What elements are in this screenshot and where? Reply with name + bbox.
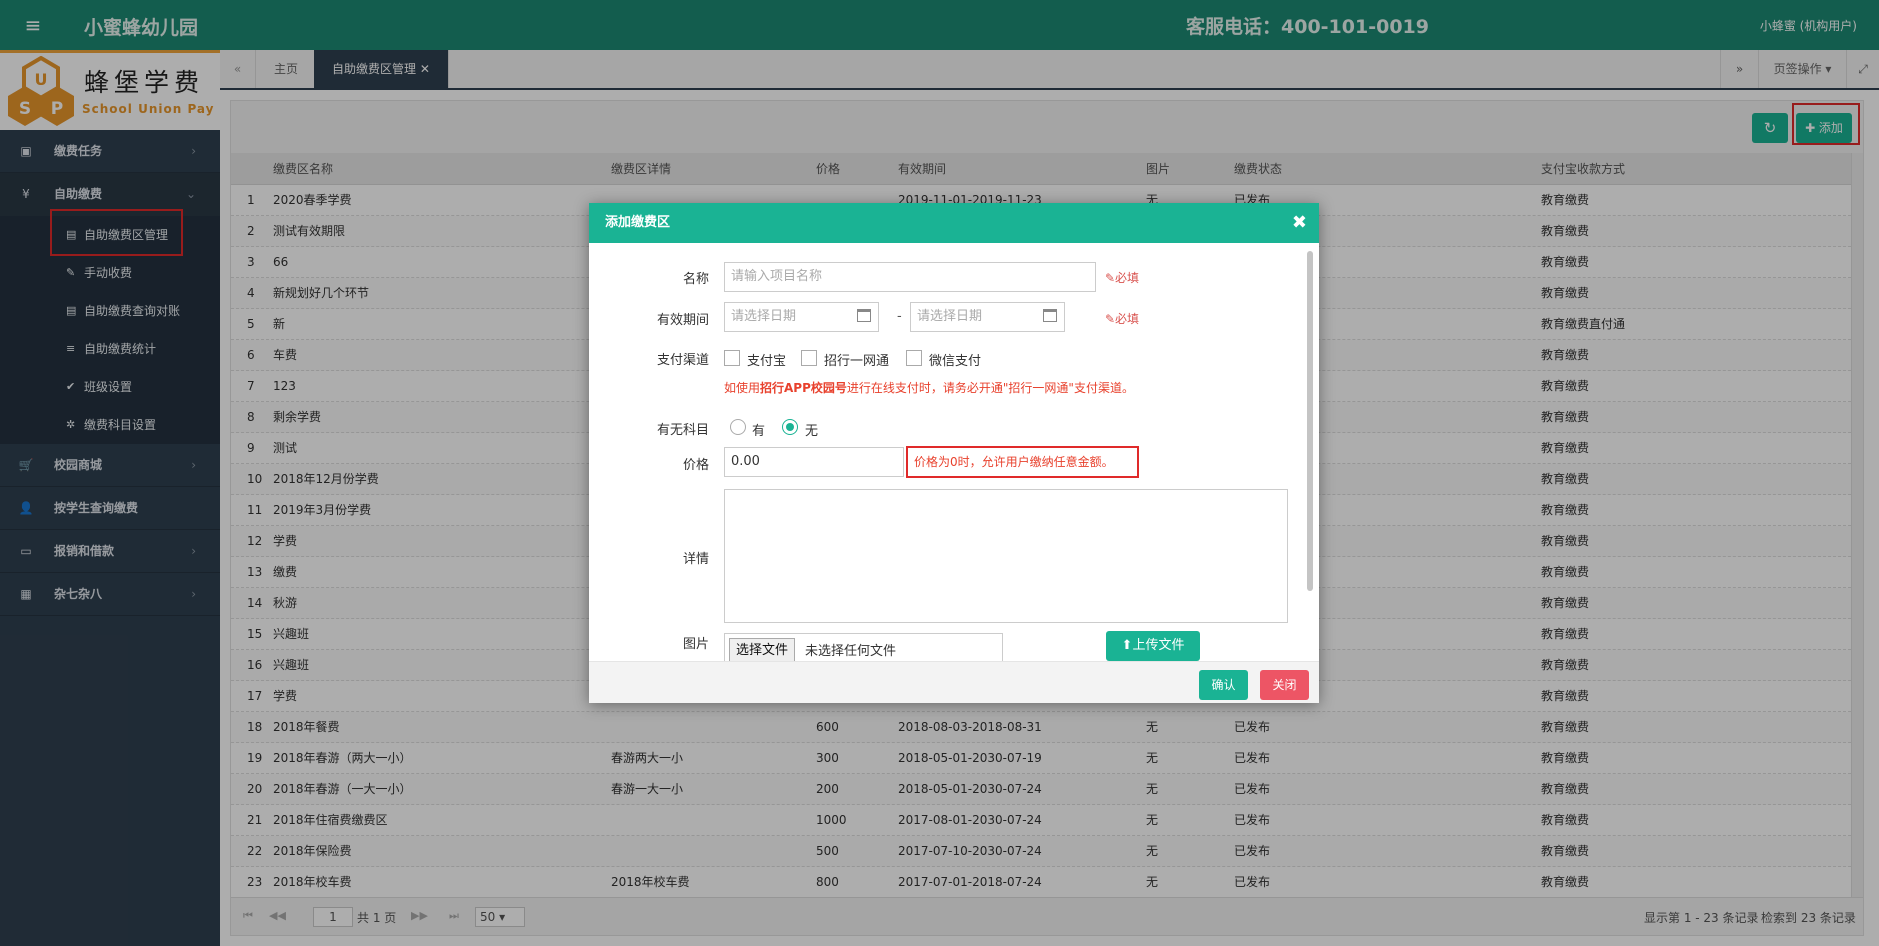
required-mark: ✎必填 <box>1105 271 1140 285</box>
radio-label: 无 <box>805 424 819 439</box>
price-label: 价格 <box>682 458 709 473</box>
dialog-scrollbar[interactable] <box>1307 251 1313 591</box>
warning-text: 进行在线支付时，请务必开通"招行一网通"支付渠道。 <box>846 381 1134 395</box>
radio-label: 有 <box>752 424 766 439</box>
warning-emphasis: 招行APP校园号 <box>760 381 847 395</box>
name-label: 名称 <box>682 272 709 287</box>
warning-text: 如使用 <box>724 381 761 395</box>
cmb-checkbox[interactable] <box>801 350 817 366</box>
dialog-footer: 确认 关闭 <box>589 661 1319 703</box>
detail-label: 详情 <box>682 552 709 567</box>
file-status: 未选择任何文件 <box>805 644 897 659</box>
subject-label: 有无科目 <box>656 423 709 438</box>
dialog-header: 添加缴费区 ✖ <box>589 203 1319 243</box>
detail-textarea[interactable] <box>724 489 1288 623</box>
required-mark: ✎必填 <box>1105 312 1140 326</box>
channel-label: 支付渠道 <box>656 353 709 368</box>
confirm-button[interactable]: 确认 <box>1199 670 1248 700</box>
dialog-title: 添加缴费区 <box>605 215 671 230</box>
image-label: 图片 <box>682 637 709 652</box>
radio-no[interactable] <box>782 419 798 435</box>
end-date-input[interactable]: 请选择日期 <box>910 302 1065 332</box>
file-input[interactable]: 选择文件 未选择任何文件 <box>724 633 1003 661</box>
cancel-button[interactable]: 关闭 <box>1260 670 1309 700</box>
price-input[interactable]: 0.00 <box>724 447 904 477</box>
price-hint: 价格为0时，允许用户缴纳任意金额。 <box>906 446 1139 478</box>
alipay-checkbox[interactable] <box>724 350 740 366</box>
upload-button[interactable]: ⬆上传文件 <box>1106 631 1200 661</box>
channel-warning: 如使用招行APP校园号进行在线支付时，请务必开通"招行一网通"支付渠道。 <box>724 379 1134 396</box>
name-input[interactable]: 请输入项目名称 <box>724 262 1096 292</box>
calendar-icon[interactable] <box>1043 309 1057 322</box>
checkbox-label: 招行一网通 <box>824 354 890 369</box>
radio-yes[interactable] <box>730 419 746 435</box>
add-area-dialog: 添加缴费区 ✖ 名称 请输入项目名称 ✎必填 有效期间 请选择日期 - 请选择日… <box>589 203 1319 703</box>
period-label: 有效期间 <box>656 313 709 328</box>
date-separator: - <box>897 309 902 324</box>
wechat-checkbox[interactable] <box>906 350 922 366</box>
checkbox-label: 支付宝 <box>747 354 787 369</box>
calendar-icon[interactable] <box>857 309 871 322</box>
checkbox-label: 微信支付 <box>929 354 982 369</box>
start-date-input[interactable]: 请选择日期 <box>724 302 879 332</box>
close-icon[interactable]: ✖ <box>1292 203 1307 243</box>
dialog-body: 名称 请输入项目名称 ✎必填 有效期间 请选择日期 - 请选择日期 ✎必填 支付… <box>589 243 1319 661</box>
choose-file-button[interactable]: 选择文件 <box>729 638 796 661</box>
